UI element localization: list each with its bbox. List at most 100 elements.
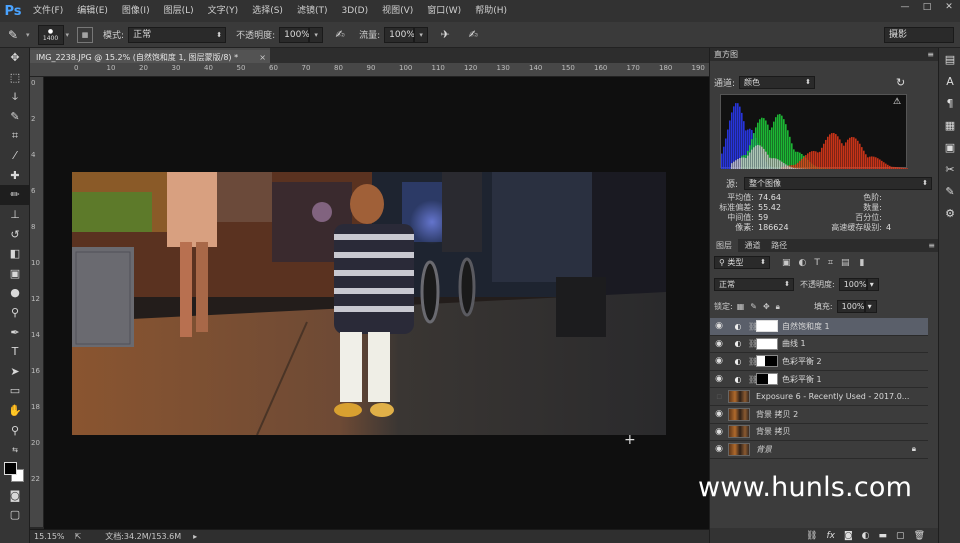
link-icon[interactable]: ⛓: [806, 531, 817, 541]
status-menu-arrow-icon[interactable]: ▸: [193, 532, 197, 541]
brush-preset-picker[interactable]: ● 1400: [37, 24, 64, 45]
tab-paths[interactable]: 路径: [767, 241, 791, 250]
info-panel-icon[interactable]: ▣: [939, 136, 960, 158]
layer-mask-thumbnail[interactable]: [756, 355, 778, 368]
layer-row-color-balance-2[interactable]: ◉ ◐ ⛓ 色彩平衡 2: [710, 353, 928, 371]
eye-icon[interactable]: ◉: [710, 321, 728, 331]
pressure-size-icon[interactable]: ✍: [462, 28, 484, 41]
chain-link-icon[interactable]: ⛓: [748, 357, 758, 366]
crop-tool-icon[interactable]: ⌗: [0, 126, 30, 146]
filter-toggle-icon[interactable]: ▮: [859, 258, 864, 268]
menu-type[interactable]: 文字(Y): [201, 0, 246, 22]
zoom-level[interactable]: 15.15%: [34, 532, 65, 541]
flow-input[interactable]: 100%: [384, 26, 415, 43]
filter-type-icon[interactable]: T: [814, 258, 820, 268]
chain-link-icon[interactable]: ⛓: [748, 339, 758, 348]
warning-icon[interactable]: ⚠: [893, 97, 901, 107]
blend-mode-select[interactable]: 正常 ⬍: [714, 278, 794, 291]
hand-tool-icon[interactable]: ✋: [0, 401, 30, 421]
eye-hidden-icon[interactable]: ▫: [710, 392, 728, 402]
layer-row-background[interactable]: ◉ 背景 🔒︎: [710, 441, 928, 459]
trash-icon[interactable]: 🗑︎: [914, 531, 925, 541]
minimize-button[interactable]: —: [894, 0, 916, 14]
gradient-tool-icon[interactable]: ▣: [0, 264, 30, 284]
layer-kind-filter[interactable]: ⚲ 类型 ⬍: [714, 256, 770, 269]
quick-select-tool-icon[interactable]: ✎: [0, 107, 30, 127]
layer-row-background-copy[interactable]: ◉ 背景 拷贝: [710, 424, 928, 442]
airbrush-icon[interactable]: ✈: [434, 28, 456, 41]
mode-select[interactable]: 正常 ⬍: [128, 26, 227, 43]
folder-icon[interactable]: ▬: [879, 531, 888, 541]
move-tool-icon[interactable]: ✥: [0, 48, 30, 68]
pen-tool-icon[interactable]: ✒: [0, 322, 30, 342]
refresh-icon[interactable]: ↻: [896, 76, 905, 89]
eraser-tool-icon[interactable]: ◧: [0, 244, 30, 264]
brush-panel-toggle-icon[interactable]: ▦: [77, 26, 94, 43]
new-layer-icon[interactable]: ▢: [896, 531, 905, 541]
menu-image[interactable]: 图像(I): [115, 0, 157, 22]
settings-panel-icon[interactable]: ⚙: [939, 202, 960, 224]
tool-preset-arrow[interactable]: ▾: [26, 31, 30, 39]
opacity-slider-toggle[interactable]: ▾: [309, 26, 324, 43]
filter-smart-object-icon[interactable]: ▤: [841, 258, 850, 268]
menu-edit[interactable]: 编辑(E): [70, 0, 115, 22]
flow-slider-toggle[interactable]: ▾: [414, 26, 429, 43]
blur-tool-icon[interactable]: ●: [0, 283, 30, 303]
pressure-opacity-icon[interactable]: ✍: [329, 28, 351, 41]
brush-panel-icon[interactable]: ✎: [939, 180, 960, 202]
marquee-tool-icon[interactable]: ⬚: [0, 68, 30, 88]
lock-transparent-icon[interactable]: ▦: [737, 302, 745, 311]
menu-view[interactable]: 视图(V): [375, 0, 420, 22]
layer-mask-thumbnail[interactable]: [756, 373, 778, 386]
layer-opacity-input[interactable]: 100%: [838, 278, 867, 291]
properties-panel-icon[interactable]: ▦: [939, 114, 960, 136]
source-select[interactable]: 整个图像 ⬍: [744, 177, 933, 190]
layer-opacity-slider-toggle[interactable]: ▾: [866, 278, 879, 291]
histogram-tab[interactable]: 直方图: [714, 50, 738, 59]
character-panel-icon[interactable]: A: [939, 70, 960, 92]
swap-colors-icon[interactable]: ⇆: [0, 440, 30, 460]
close-button[interactable]: ✕: [938, 0, 960, 14]
layer-row-curves[interactable]: ◉ ◐ ⛓ 曲线 1: [710, 336, 928, 354]
clone-stamp-tool-icon[interactable]: ⊥: [0, 205, 30, 225]
quick-mask-icon[interactable]: ◙: [0, 485, 30, 505]
zoom-tool-icon[interactable]: ⚲: [0, 420, 30, 440]
history-brush-tool-icon[interactable]: ↺: [0, 224, 30, 244]
layer-row-exposure[interactable]: ▫ Exposure 6 - Recently Used - 2017.0...: [710, 388, 928, 406]
menu-window[interactable]: 窗口(W): [420, 0, 468, 22]
layer-row-color-balance-1[interactable]: ◉ ◐ ⛓ 色彩平衡 1: [710, 371, 928, 389]
lock-all-icon[interactable]: 🔒︎: [776, 302, 780, 312]
menu-layer[interactable]: 图层(L): [157, 0, 201, 22]
menu-3d[interactable]: 3D(D): [334, 0, 375, 22]
adjustment-icon[interactable]: ◐: [862, 531, 870, 541]
mask-icon[interactable]: ◙: [844, 531, 853, 541]
healing-brush-tool-icon[interactable]: ✚: [0, 166, 30, 186]
tab-channels[interactable]: 通道: [741, 241, 765, 250]
menu-file[interactable]: 文件(F): [26, 0, 70, 22]
eye-icon[interactable]: ◉: [710, 374, 728, 384]
rectangle-tool-icon[interactable]: ▭: [0, 381, 30, 401]
lasso-tool-icon[interactable]: ↆ: [0, 87, 30, 107]
canvas-area[interactable]: +: [44, 77, 709, 529]
fill-slider-toggle[interactable]: ▾: [864, 300, 877, 313]
eye-icon[interactable]: ◉: [710, 409, 728, 419]
history-panel-icon[interactable]: ▤: [939, 48, 960, 70]
color-swatches[interactable]: [0, 459, 30, 485]
lock-position-icon[interactable]: ✥: [763, 302, 770, 311]
layer-mask-thumbnail[interactable]: [756, 337, 778, 350]
foreground-color-swatch[interactable]: [4, 462, 17, 476]
brush-tool-icon[interactable]: ✏: [0, 185, 30, 205]
tool-presets-panel-icon[interactable]: ✂: [939, 158, 960, 180]
workspace-select[interactable]: 摄影: [884, 26, 954, 43]
channel-select[interactable]: 颜色 ⬍: [739, 76, 816, 89]
type-tool-icon[interactable]: T: [0, 342, 30, 362]
menu-help[interactable]: 帮助(H): [468, 0, 514, 22]
layer-row-background-copy-2[interactable]: ◉ 背景 拷贝 2: [710, 406, 928, 424]
dodge-tool-icon[interactable]: ⚲: [0, 303, 30, 323]
document-tab[interactable]: IMG_2238.JPG @ 15.2% (自然饱和度 1, 图层蒙版/8) *…: [30, 48, 270, 63]
brush-tool-icon[interactable]: ✎: [0, 28, 26, 42]
tab-layers[interactable]: 图层: [710, 239, 738, 252]
eye-icon[interactable]: ◉: [710, 356, 728, 366]
document-image[interactable]: [72, 172, 666, 435]
fill-input[interactable]: 100%: [836, 300, 865, 313]
